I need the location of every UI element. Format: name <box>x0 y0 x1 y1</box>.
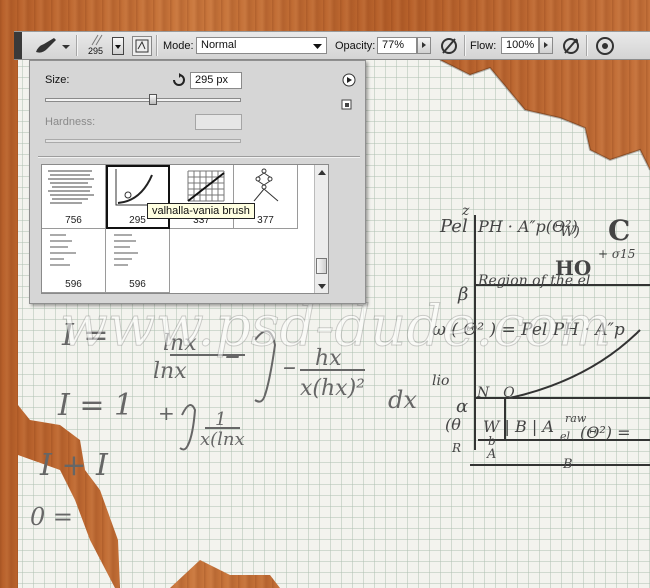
size-input[interactable]: 295 px <box>190 72 242 89</box>
options-toolbar: 295 Mode: Normal Opacity: 77% Flow: 100% <box>14 31 650 60</box>
brush-preset-596-b[interactable]: 596 <box>106 229 170 293</box>
brush-thumbnail <box>50 234 76 266</box>
frac2-numerator: 1 <box>215 409 226 430</box>
brush-preset-list: 756 295 337 377 596 596 <box>41 164 329 294</box>
sigma-text: + σ15 <box>598 247 635 261</box>
b-label: B <box>562 457 573 472</box>
theta-text: (θ <box>445 415 461 434</box>
scroll-down-icon[interactable] <box>316 281 328 291</box>
region-text: Region of the el <box>477 273 590 289</box>
brush-preset-596[interactable]: 596 <box>42 229 106 293</box>
plus-sign: + <box>158 401 175 425</box>
brush-panel-toggle[interactable] <box>132 36 152 56</box>
brush-size-readout: 295 <box>88 46 104 56</box>
brush-tool-icon <box>36 38 70 53</box>
brush-preset-377[interactable]: 377 <box>234 165 298 229</box>
panel-menu-icon[interactable] <box>342 73 356 87</box>
brush-panel-icon <box>135 39 149 53</box>
brush-picker-dropdown-button[interactable] <box>112 37 124 55</box>
alpha-text: α <box>456 396 468 417</box>
frac-denominator: lnx <box>153 359 187 384</box>
lio-text: lio <box>432 373 449 389</box>
denominator-text: x(hx)² <box>300 376 365 401</box>
c-text: C <box>608 214 630 247</box>
brush-preset-panel: Size: 295 px Hardness: 756 295 337 377 5… <box>29 60 366 304</box>
tool-preset-picker[interactable] <box>32 36 72 56</box>
airbrush-button[interactable] <box>560 35 582 57</box>
mode-select[interactable]: Normal <box>196 37 327 54</box>
brush-preset-295[interactable]: 295 <box>106 165 170 229</box>
brush-stroke-icon <box>91 34 103 46</box>
toolbar-grip[interactable] <box>14 32 22 59</box>
pressure-size-button[interactable] <box>594 35 616 57</box>
flow-input[interactable]: 100% <box>501 37 539 54</box>
brush-preset-756[interactable]: 756 <box>42 165 106 229</box>
zero-eq: 0 = <box>30 503 73 531</box>
preset-list-scrollbar[interactable] <box>314 165 328 293</box>
n-label: N <box>476 385 490 401</box>
hardness-input <box>195 114 242 130</box>
airbrush-icon <box>563 38 579 54</box>
el-text: el <box>560 430 571 443</box>
q-label: Q <box>503 385 515 401</box>
brush-preset-337[interactable]: 337 <box>170 165 234 229</box>
mode-label: Mode: <box>163 40 194 52</box>
hardness-slider <box>45 139 241 143</box>
brush-preset-picker[interactable]: 295 <box>84 33 114 59</box>
z-label: z <box>461 203 470 219</box>
scroll-thumb[interactable] <box>316 258 327 274</box>
chevron-down-icon <box>115 45 121 49</box>
size-label: Size: <box>45 74 70 86</box>
hardness-label: Hardness: <box>45 116 96 128</box>
flow-slider-button[interactable] <box>539 37 553 54</box>
i-eq-1: I = 1 <box>57 388 133 423</box>
mode-value: Normal <box>201 39 237 51</box>
dx-text: dx <box>388 386 417 414</box>
size-slider-thumb[interactable] <box>148 94 157 105</box>
opacity-slider-button[interactable] <box>417 37 431 54</box>
frac2-denominator: x(lnx <box>200 429 245 450</box>
new-preset-icon[interactable] <box>341 99 353 111</box>
i-plus-i: I + I <box>39 448 109 483</box>
pel-text: Pel <box>439 216 468 237</box>
brush-size-label: 596 <box>65 279 82 290</box>
pressure-opacity-button[interactable] <box>438 35 460 57</box>
a-label: A <box>486 447 496 462</box>
scroll-up-icon[interactable] <box>316 168 328 178</box>
r-label: R <box>451 441 461 455</box>
w-text: W) <box>560 224 580 240</box>
reset-size-icon[interactable] <box>172 73 186 87</box>
b2-label: b <box>488 434 496 448</box>
size-slider[interactable] <box>45 98 241 102</box>
chevron-down-icon <box>313 44 322 49</box>
opacity-input[interactable]: 77% <box>377 37 417 54</box>
theta2-text: (Θ²) = <box>580 423 631 442</box>
brush-thumbnail <box>48 170 94 204</box>
brush-thumbnail <box>114 234 138 266</box>
brush-size-label: 596 <box>129 279 146 290</box>
pressure-size-icon <box>596 37 614 55</box>
brush-size-label: 756 <box>65 215 82 226</box>
tablet-pressure-icon <box>441 38 457 54</box>
panel-divider <box>38 156 360 158</box>
opacity-label: Opacity: <box>335 40 376 52</box>
brush-name-tooltip: valhalla-vania brush <box>147 203 255 219</box>
flow-label: Flow: <box>470 40 497 52</box>
